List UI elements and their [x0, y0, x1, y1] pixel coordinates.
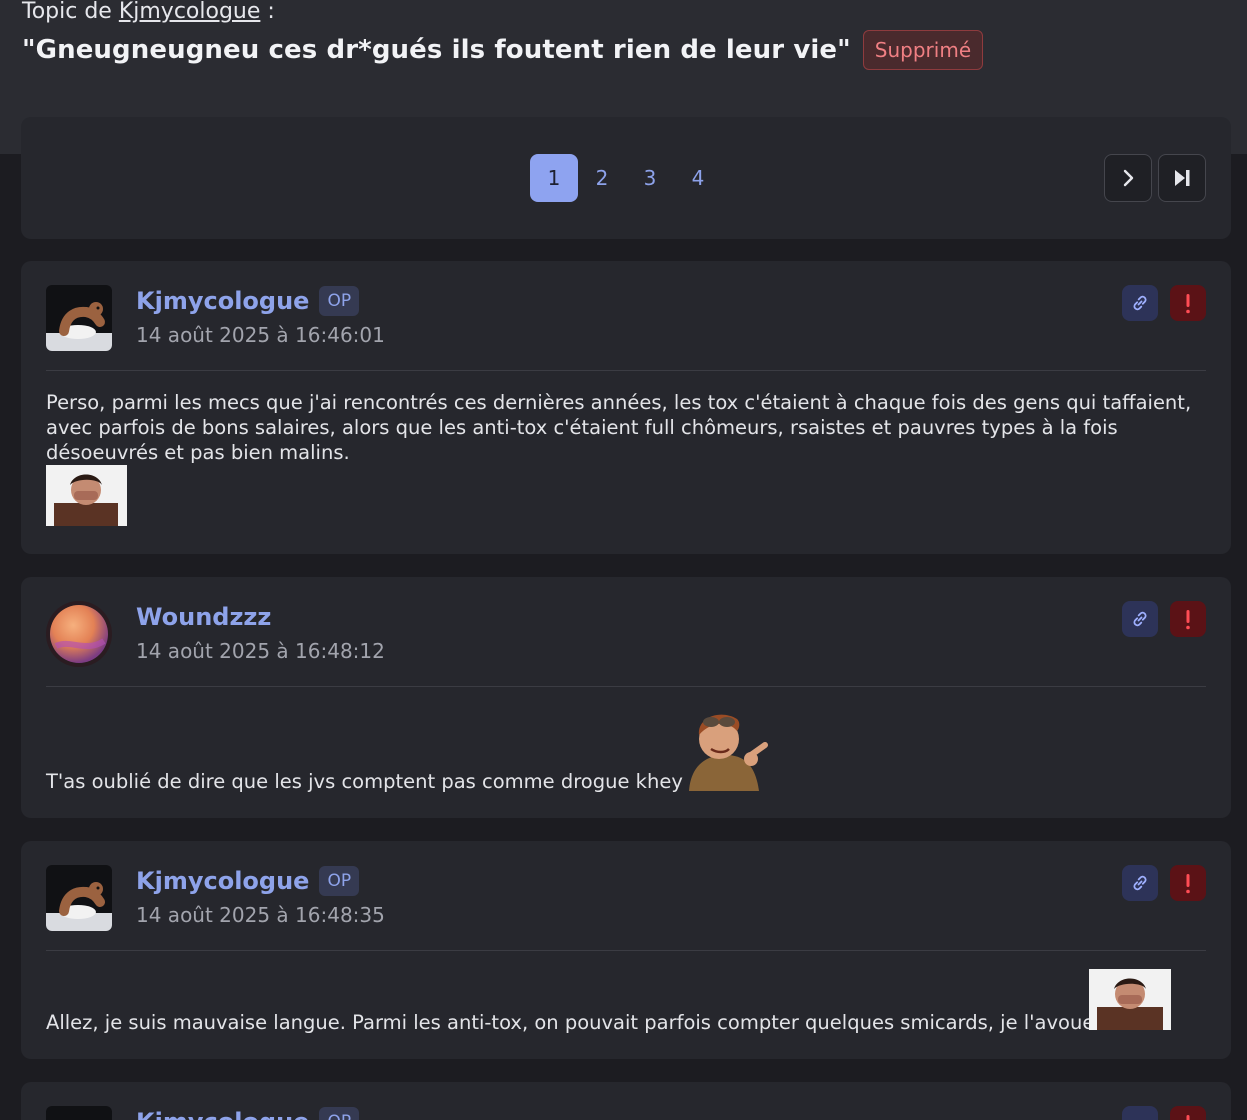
post-text: T'as oublié de dire que les jvs comptent… [46, 770, 683, 793]
post-card: Woundzzz 14 août 2025 à 16:48:12 T'as ou… [21, 577, 1231, 818]
post-divider [46, 370, 1206, 371]
post-body: T'as oublié de dire que les jvs comptent… [46, 769, 1206, 794]
permalink-button[interactable] [1122, 1106, 1158, 1120]
sticker-image [1089, 969, 1171, 1030]
post-card: Kjmycologue OP 14 août 2025 à 16:48:35 A… [21, 841, 1231, 1059]
page-button-3[interactable]: 3 [626, 154, 674, 202]
sticker-image [681, 705, 769, 791]
link-icon [1133, 611, 1147, 627]
report-button[interactable] [1170, 285, 1206, 321]
topic-prefix: Topic de [22, 0, 112, 24]
topic-title: "Gneugneugneu ces dr*gués ils foutent ri… [22, 35, 851, 65]
post-body: Allez, je suis mauvaise langue. Parmi le… [46, 1010, 1206, 1035]
link-icon [1133, 295, 1147, 311]
next-page-button[interactable] [1104, 154, 1152, 202]
op-badge: OP [319, 866, 360, 896]
topic-author-link[interactable]: Kjmycologue [119, 0, 261, 24]
link-icon [1130, 1114, 1150, 1120]
topic-suffix: : [260, 0, 275, 24]
ermine-avatar-image [46, 285, 112, 351]
post-text: Allez, je suis mauvaise langue. Parmi le… [46, 1011, 1095, 1034]
report-button[interactable] [1170, 601, 1206, 637]
topic-title-row: "Gneugneugneu ces dr*gués ils foutent ri… [22, 29, 984, 71]
permalink-button[interactable] [1122, 865, 1158, 901]
username[interactable]: Kjmycologue [136, 1108, 309, 1120]
post-header: Kjmycologue OP 14 août 2025 à 16:46:01 [46, 285, 1206, 351]
ermine-avatar-image [46, 1106, 112, 1120]
chevron-right-icon [1123, 169, 1134, 187]
page-button-2[interactable]: 2 [578, 154, 626, 202]
topic-label: Topic de Kjmycologue : [22, 0, 275, 26]
deleted-badge: Supprimé [862, 30, 984, 70]
username-row: Kjmycologue OP [136, 285, 360, 317]
moon-avatar-image [46, 601, 112, 667]
username-row: Kjmycologue OP [136, 865, 360, 897]
op-badge: OP [319, 1107, 360, 1120]
post-card: Kjmycologue OP 14 août 2025 à 16:46:01 P… [21, 261, 1231, 554]
post-date: 14 août 2025 à 16:48:35 [136, 903, 385, 927]
page-button-1[interactable]: 1 [530, 154, 578, 202]
username-row: Woundzzz [136, 601, 271, 633]
last-page-button[interactable] [1158, 154, 1206, 202]
report-button[interactable] [1170, 865, 1206, 901]
username[interactable]: Woundzzz [136, 603, 271, 631]
post-date: 14 août 2025 à 16:48:12 [136, 639, 385, 663]
skip-to-end-icon [1175, 170, 1190, 186]
username[interactable]: Kjmycologue [136, 287, 309, 315]
page-list: 1 2 3 4 [530, 154, 722, 202]
exclamation-icon [1186, 294, 1190, 314]
avatar[interactable] [46, 1106, 112, 1120]
post-header: Kjmycologue OP [46, 1106, 1206, 1120]
avatar[interactable] [46, 865, 112, 931]
post-date: 14 août 2025 à 16:46:01 [136, 323, 385, 347]
avatar[interactable] [46, 601, 112, 667]
post-card: Kjmycologue OP [21, 1082, 1231, 1120]
post-divider [46, 950, 1206, 951]
post-header: Woundzzz 14 août 2025 à 16:48:12 [46, 601, 1206, 667]
exclamation-icon [1186, 874, 1190, 894]
permalink-button[interactable] [1122, 601, 1158, 637]
permalink-button[interactable] [1122, 285, 1158, 321]
post-header: Kjmycologue OP 14 août 2025 à 16:48:35 [46, 865, 1206, 931]
username[interactable]: Kjmycologue [136, 867, 309, 895]
ermine-avatar-image [46, 865, 112, 931]
link-icon [1133, 875, 1147, 891]
sticker-image [46, 465, 127, 526]
avatar[interactable] [46, 285, 112, 351]
username-row: Kjmycologue OP [136, 1106, 360, 1120]
post-body: Perso, parmi les mecs que j'ai rencontré… [46, 390, 1206, 465]
op-badge: OP [319, 286, 360, 316]
exclamation-icon [1186, 1115, 1190, 1120]
post-divider [46, 686, 1206, 687]
pagination-panel: 1 2 3 4 [21, 117, 1231, 239]
report-button[interactable] [1170, 1106, 1206, 1120]
post-text: Perso, parmi les mecs que j'ai rencontré… [46, 391, 1192, 464]
page-button-4[interactable]: 4 [674, 154, 722, 202]
exclamation-icon [1186, 610, 1190, 630]
